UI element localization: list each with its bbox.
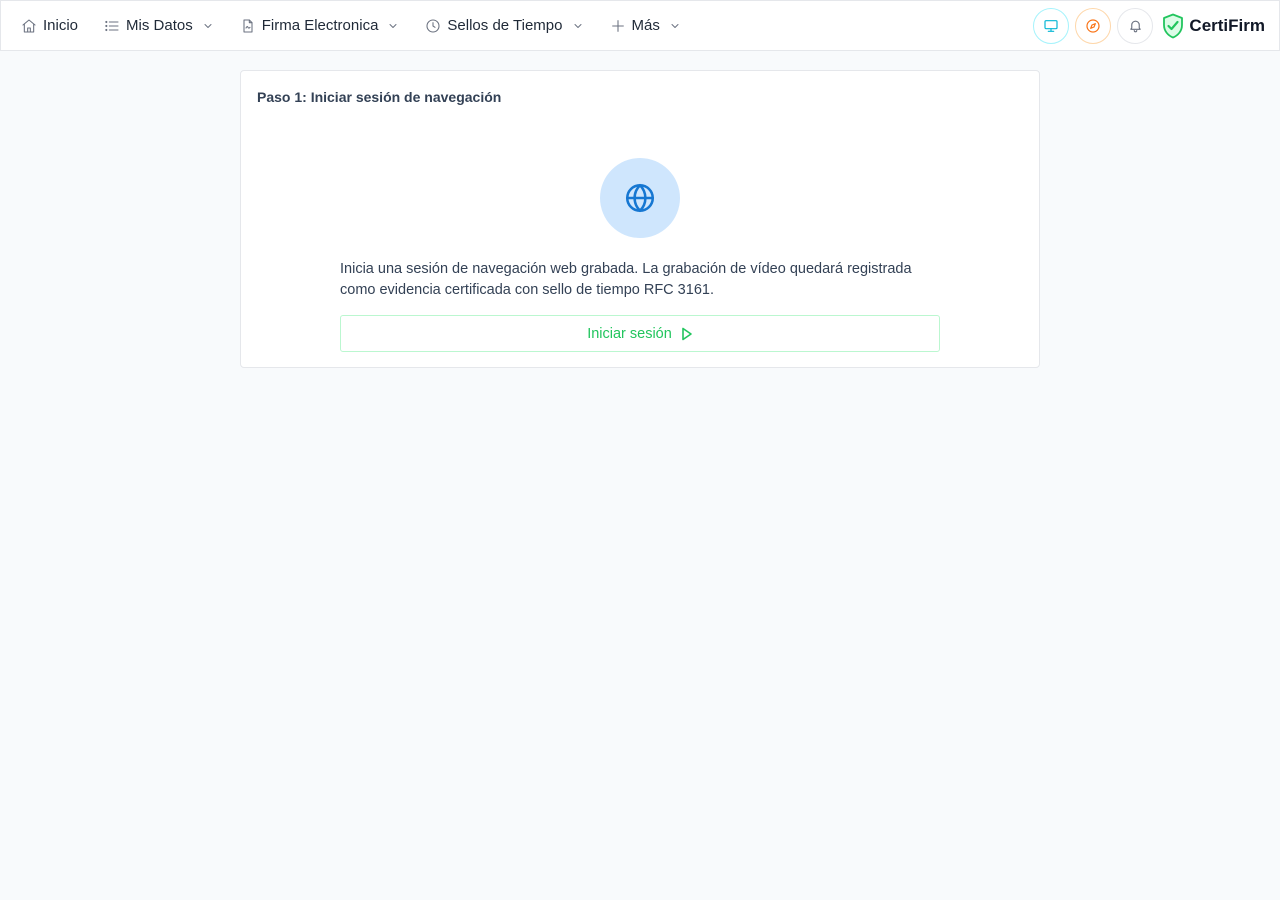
main-nav: Inicio Mis Datos Firma Electronica Sello… — [1, 1, 707, 50]
list-icon — [104, 18, 120, 34]
nav-item-label: Sellos de Tiempo — [447, 17, 563, 34]
plus-icon — [610, 18, 626, 34]
brand-logo[interactable]: CertiFirm — [1161, 13, 1265, 39]
chevron-down-icon — [572, 20, 584, 32]
start-session-label: Iniciar sesión — [587, 325, 672, 342]
brand-name: CertiFirm — [1189, 15, 1265, 35]
top-navbar: Inicio Mis Datos Firma Electronica Sello… — [0, 0, 1280, 51]
clock-icon — [425, 18, 441, 34]
nav-item-mas[interactable]: Más — [610, 1, 681, 50]
notifications-button[interactable] — [1117, 7, 1154, 44]
nav-item-firma-electronica[interactable]: Firma Electronica — [240, 1, 400, 50]
globe-badge — [600, 158, 680, 238]
nav-item-label: Mis Datos — [126, 17, 193, 34]
screen-recording-button[interactable] — [1033, 7, 1070, 44]
nav-actions: CertiFirm — [1027, 1, 1279, 50]
compass-icon — [1085, 18, 1101, 34]
play-icon — [681, 327, 693, 341]
chevron-down-icon — [202, 20, 214, 32]
chevron-down-icon — [669, 20, 681, 32]
nav-item-mis-datos[interactable]: Mis Datos — [104, 1, 214, 50]
session-card: Paso 1: Iniciar sesión de navegación Ini… — [240, 70, 1040, 368]
nav-item-label: Firma Electronica — [261, 17, 379, 34]
nav-item-inicio[interactable]: Inicio — [21, 1, 78, 50]
monitor-icon — [1043, 18, 1059, 34]
home-icon — [21, 18, 37, 34]
bell-icon — [1128, 18, 1143, 33]
nav-item-sellos-de-tiempo[interactable]: Sellos de Tiempo — [425, 1, 583, 50]
nav-item-label: Más — [631, 17, 660, 34]
browse-button[interactable] — [1075, 7, 1112, 44]
start-session-button[interactable]: Iniciar sesión — [340, 315, 940, 352]
card-description: Inicia una sesión de navegación web grab… — [340, 261, 912, 298]
document-icon — [240, 18, 256, 34]
shield-check-icon — [1161, 13, 1185, 39]
globe-icon — [623, 181, 657, 215]
card-title: Paso 1: Iniciar sesión de navegación — [257, 89, 502, 105]
chevron-down-icon — [387, 20, 399, 32]
nav-item-label: Inicio — [43, 17, 79, 34]
